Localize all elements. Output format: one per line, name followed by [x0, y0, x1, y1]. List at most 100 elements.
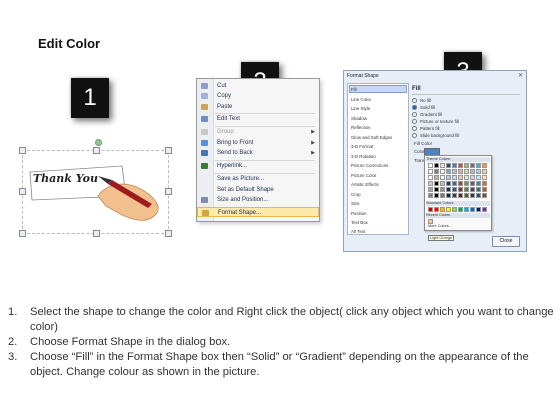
menu-item-set-default-shape[interactable]: Set as Default Shape	[197, 185, 319, 195]
theme-color-swatch[interactable]	[476, 181, 481, 186]
theme-color-swatch[interactable]	[434, 169, 439, 174]
theme-color-swatch[interactable]	[470, 169, 475, 174]
theme-color-swatch[interactable]	[470, 187, 475, 192]
resize-handle[interactable]	[19, 147, 26, 154]
theme-color-swatch[interactable]	[458, 187, 463, 192]
theme-color-swatch[interactable]	[458, 175, 463, 180]
close-button[interactable]: Close	[492, 236, 520, 247]
theme-color-swatch[interactable]	[452, 181, 457, 186]
category-picture-color[interactable]: Picture Color	[351, 173, 376, 178]
theme-color-swatch[interactable]	[458, 181, 463, 186]
theme-color-swatch[interactable]	[428, 169, 433, 174]
menu-item-save-as-picture[interactable]: Save as Picture...	[197, 174, 319, 184]
standard-color-swatch[interactable]	[458, 207, 463, 212]
theme-color-swatch[interactable]	[446, 163, 451, 168]
option-pattern-fill[interactable]: Pattern fill	[412, 126, 440, 132]
close-icon[interactable]: ✕	[518, 72, 523, 79]
theme-color-swatch[interactable]	[440, 163, 445, 168]
theme-color-swatch[interactable]	[482, 187, 487, 192]
resize-handle[interactable]	[165, 147, 172, 154]
menu-item-cut[interactable]: Cut	[197, 81, 319, 91]
theme-color-swatch[interactable]	[464, 193, 469, 198]
theme-color-swatch[interactable]	[434, 187, 439, 192]
theme-color-swatch[interactable]	[458, 169, 463, 174]
standard-color-swatch[interactable]	[470, 207, 475, 212]
category-picture-corrections[interactable]: Picture Corrections	[351, 163, 388, 168]
menu-item-bring-to-front[interactable]: Bring to Front ▶	[197, 138, 319, 148]
standard-color-swatch[interactable]	[482, 207, 487, 212]
theme-color-swatch[interactable]	[428, 181, 433, 186]
standard-color-swatch[interactable]	[464, 207, 469, 212]
theme-color-swatch[interactable]	[434, 181, 439, 186]
menu-item-copy[interactable]: Copy	[197, 91, 319, 101]
theme-color-swatch[interactable]	[452, 175, 457, 180]
theme-color-swatch[interactable]	[446, 187, 451, 192]
theme-color-swatch[interactable]	[482, 163, 487, 168]
theme-color-swatch[interactable]	[452, 169, 457, 174]
theme-color-swatch[interactable]	[458, 193, 463, 198]
theme-color-swatch[interactable]	[464, 175, 469, 180]
resize-handle[interactable]	[165, 230, 172, 237]
theme-color-swatch[interactable]	[464, 169, 469, 174]
standard-color-swatch[interactable]	[440, 207, 445, 212]
theme-color-swatch[interactable]	[440, 175, 445, 180]
standard-color-swatch[interactable]	[434, 207, 439, 212]
theme-color-swatch[interactable]	[470, 181, 475, 186]
theme-color-swatch[interactable]	[440, 169, 445, 174]
theme-color-swatch[interactable]	[470, 163, 475, 168]
theme-color-swatch[interactable]	[434, 175, 439, 180]
menu-item-edit-text[interactable]: Edit Text	[197, 114, 319, 124]
theme-color-swatch[interactable]	[470, 175, 475, 180]
theme-color-swatch[interactable]	[476, 193, 481, 198]
theme-color-swatch[interactable]	[470, 193, 475, 198]
theme-color-swatch[interactable]	[446, 175, 451, 180]
menu-item-paste[interactable]: Paste	[197, 102, 319, 112]
category-size[interactable]: Size	[351, 201, 360, 206]
standard-color-swatch[interactable]	[446, 207, 451, 212]
category-line-color[interactable]: Line Color	[351, 97, 371, 102]
category-reflection[interactable]: Reflection	[351, 125, 371, 130]
resize-handle[interactable]	[93, 147, 100, 154]
theme-color-swatch[interactable]	[464, 187, 469, 192]
category-artistic-effects[interactable]: Artistic Effects	[351, 182, 379, 187]
option-no-fill[interactable]: No fill	[412, 98, 431, 104]
option-gradient-fill[interactable]: Gradient fill	[412, 112, 442, 118]
theme-color-swatch[interactable]	[446, 169, 451, 174]
theme-color-swatch[interactable]	[464, 163, 469, 168]
theme-color-swatch[interactable]	[428, 163, 433, 168]
menu-item-send-to-back[interactable]: Send to Back ▶	[197, 148, 319, 158]
category-position[interactable]: Position	[351, 211, 367, 216]
theme-color-swatch[interactable]	[482, 169, 487, 174]
category-line-style[interactable]: Line Style	[351, 106, 370, 111]
menu-item-group[interactable]: Group ▶	[197, 127, 319, 137]
resize-handle[interactable]	[19, 230, 26, 237]
theme-color-swatch[interactable]	[446, 181, 451, 186]
resize-handle[interactable]	[19, 188, 26, 195]
theme-color-swatch[interactable]	[452, 163, 457, 168]
menu-item-hyperlink[interactable]: Hyperlink...	[197, 161, 319, 171]
theme-color-swatch[interactable]	[482, 175, 487, 180]
category-shadow[interactable]: Shadow	[351, 116, 367, 121]
theme-color-swatch[interactable]	[428, 187, 433, 192]
theme-color-swatch[interactable]	[428, 193, 433, 198]
category-text-box[interactable]: Text Box	[351, 220, 368, 225]
theme-color-swatch[interactable]	[482, 181, 487, 186]
standard-color-swatch[interactable]	[428, 207, 433, 212]
theme-color-swatch[interactable]	[476, 187, 481, 192]
theme-color-swatch[interactable]	[428, 175, 433, 180]
category-fill[interactable]: Fill	[351, 87, 357, 92]
theme-color-swatch[interactable]	[476, 169, 481, 174]
resize-handle[interactable]	[165, 188, 172, 195]
category-3d-rotation[interactable]: 3-D Rotation	[351, 154, 376, 159]
theme-color-swatch[interactable]	[452, 193, 457, 198]
theme-color-swatch[interactable]	[452, 187, 457, 192]
option-picture-fill[interactable]: Picture or texture fill	[412, 119, 459, 125]
theme-color-swatch[interactable]	[476, 175, 481, 180]
theme-color-swatch[interactable]	[440, 193, 445, 198]
menu-item-size-and-position[interactable]: Size and Position...	[197, 195, 319, 205]
option-solid-fill[interactable]: Solid fill	[412, 105, 435, 111]
theme-color-swatch[interactable]	[440, 181, 445, 186]
category-crop[interactable]: Crop	[351, 192, 361, 197]
theme-color-swatch[interactable]	[458, 163, 463, 168]
theme-color-swatch[interactable]	[482, 193, 487, 198]
